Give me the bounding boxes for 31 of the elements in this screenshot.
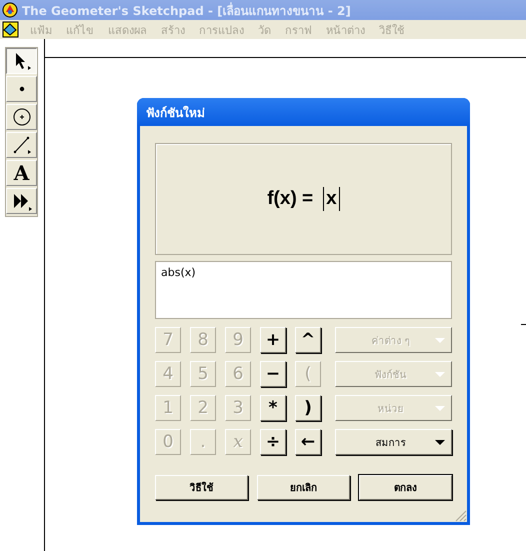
absolute-value: x — [323, 187, 340, 211]
keypad-key[interactable]: ← — [295, 429, 321, 455]
point-icon — [18, 86, 24, 92]
document-icon[interactable] — [2, 21, 19, 38]
compass-icon — [10, 106, 32, 128]
caret-icon — [435, 372, 445, 376]
resize-grip-icon[interactable] — [454, 509, 467, 522]
keypad-key[interactable]: * — [260, 395, 286, 421]
dialog-title: ฟังก์ชันใหม่ — [146, 104, 205, 122]
dialog-button[interactable]: ตกลง — [359, 475, 452, 500]
keypad-key[interactable]: ^ — [295, 327, 321, 353]
expression-field[interactable]: abs(x) — [155, 261, 452, 319]
window-title: The Geometer's Sketchpad - [เลื่อนแกนทางขนาน - 2] — [22, 1, 351, 20]
keypad-key[interactable]: − — [260, 361, 286, 387]
arrow-tool-button[interactable] — [6, 48, 37, 74]
caret-icon — [435, 338, 445, 342]
function-lhs: f(x) = — [267, 188, 314, 210]
app-logo-icon — [2, 2, 18, 18]
caret-icon — [435, 440, 445, 444]
dialog-button[interactable]: วิธีใช้ — [155, 475, 248, 500]
keypad-key[interactable]: + — [260, 327, 286, 353]
keypad-key[interactable]: ÷ — [260, 429, 286, 455]
compass-tool-button[interactable] — [6, 104, 37, 130]
line-tool-button[interactable] — [6, 132, 37, 158]
text-tool-button[interactable]: A — [6, 160, 37, 186]
segment-mark — [521, 324, 526, 325]
dialog-button[interactable]: ยกเลิก — [257, 475, 350, 500]
custom-tool-button[interactable] — [6, 188, 37, 214]
caret-icon — [435, 406, 445, 410]
keypad-key[interactable]: ) — [295, 395, 321, 421]
dropdown-button[interactable]: สมการ — [335, 429, 452, 455]
